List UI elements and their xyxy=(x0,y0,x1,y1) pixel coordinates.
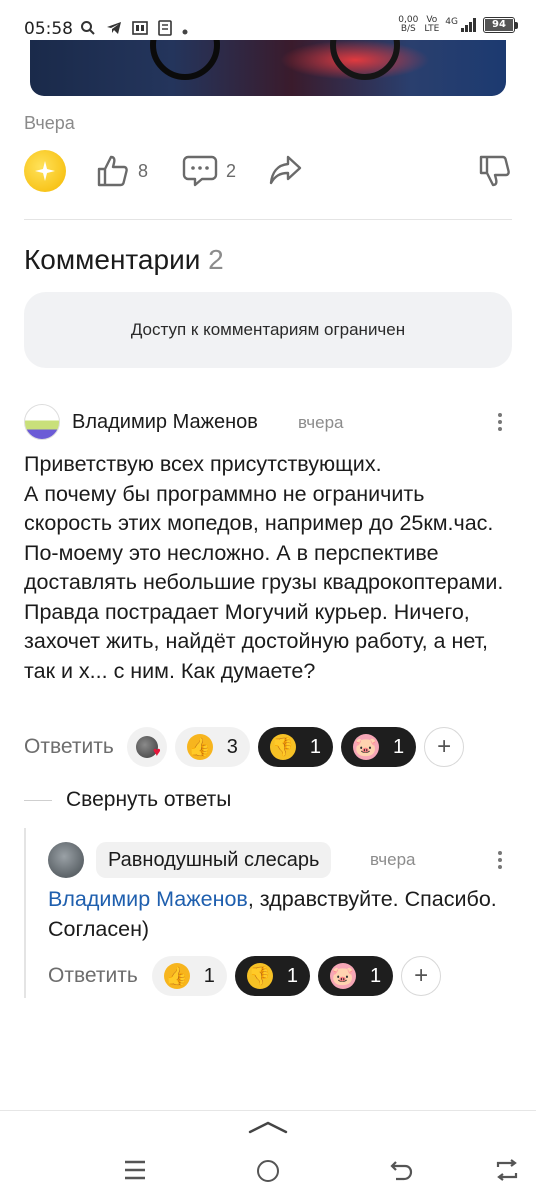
thread-line xyxy=(24,828,26,998)
bookmark-icon xyxy=(158,20,172,39)
mention-link[interactable]: Владимир Маженов xyxy=(48,887,248,911)
comment-time: вчера xyxy=(298,413,344,432)
add-reaction-button[interactable]: + xyxy=(424,727,465,767)
share-button[interactable] xyxy=(268,154,302,186)
like-count: 8 xyxy=(138,160,149,181)
reaction-count: 3 xyxy=(226,735,238,758)
comments-button[interactable]: 2 xyxy=(182,154,236,188)
net-speed: 0,00 B/S xyxy=(398,16,418,34)
reaction-thumbs-up[interactable]: 👍 1 xyxy=(151,956,227,996)
thumbs-up-icon: 👍 xyxy=(163,963,190,989)
more-icon[interactable] xyxy=(490,410,510,434)
comment-time: вчера xyxy=(370,850,416,869)
pig-icon: 🐷 xyxy=(353,734,380,760)
reply-button[interactable]: Ответить xyxy=(24,735,114,759)
dislike-icon xyxy=(479,155,510,187)
reaction-pig[interactable]: 🐷 1 xyxy=(318,956,394,996)
volte-indicator: Vo LTE xyxy=(424,16,439,34)
reaction-thumbs-down[interactable]: 👎 1 xyxy=(234,956,311,996)
network-type: 4G xyxy=(445,17,458,27)
thumbs-down-icon: 👎 xyxy=(246,963,273,989)
like-icon xyxy=(97,155,128,187)
divider xyxy=(0,1110,536,1111)
share-icon xyxy=(269,155,302,185)
reply-button[interactable]: Ответить xyxy=(48,964,138,988)
divider xyxy=(24,219,512,220)
add-reaction-button[interactable]: + xyxy=(401,956,442,996)
telegram-icon xyxy=(106,21,122,38)
dot-icon xyxy=(182,22,188,38)
dislike-button[interactable] xyxy=(478,154,512,193)
comments-restricted-notice: Доступ к комментариям ограничен xyxy=(24,292,512,368)
star-icon xyxy=(35,161,55,181)
signal-icon: 4G xyxy=(445,18,477,32)
reaction-thumbs-up[interactable]: 👍 3 xyxy=(174,727,250,767)
status-time: 05:58 xyxy=(24,19,73,39)
reaction-count: 1 xyxy=(286,964,299,987)
scooter-wheel xyxy=(150,40,220,80)
chevron-up-icon[interactable] xyxy=(248,1120,288,1139)
comments-heading: Комментарии 2 xyxy=(24,244,224,276)
reaction-count: 1 xyxy=(203,964,215,987)
battery-level: 94 xyxy=(485,19,513,31)
comment-text: Владимир Маженов, здравствуйте. Спасибо.… xyxy=(48,885,508,944)
collapse-replies-button[interactable]: Свернуть ответы xyxy=(24,788,231,812)
more-icon[interactable] xyxy=(490,848,510,872)
reaction-thumbs-down[interactable]: 👎 1 xyxy=(257,727,334,767)
heart-icon: ♥ xyxy=(153,744,161,759)
reaction-count: 1 xyxy=(393,735,405,758)
volte-bottom: LTE xyxy=(424,24,440,34)
net-speed-unit: B/S xyxy=(400,24,416,34)
search-icon xyxy=(80,20,96,39)
reaction-count: 1 xyxy=(370,964,382,987)
comment-icon xyxy=(182,155,218,187)
switch-app-icon[interactable] xyxy=(494,1158,520,1187)
comment-reactions: Ответить 👍 1 👎 1 🐷 1 + xyxy=(48,956,442,996)
home-icon[interactable] xyxy=(257,1160,279,1182)
comments-count: 2 xyxy=(208,244,224,275)
post-date: Вчера xyxy=(24,113,75,133)
reactor-avatar[interactable]: ♥ xyxy=(126,727,167,767)
battery-icon: 94 xyxy=(483,17,518,33)
avatar[interactable] xyxy=(24,404,60,440)
post-image[interactable] xyxy=(30,40,506,96)
comments-title: Комментарии xyxy=(24,244,201,275)
menu-icon[interactable] xyxy=(124,1158,146,1187)
star-button[interactable] xyxy=(24,150,66,192)
sim-icon xyxy=(132,20,148,39)
divider xyxy=(24,799,52,801)
comment-reactions: Ответить ♥ 👍 3 👎 1 🐷 1 + xyxy=(24,727,465,767)
reaction-count: 1 xyxy=(309,735,322,758)
thumbs-up-icon: 👍 xyxy=(186,734,213,760)
comment-count: 2 xyxy=(226,160,237,181)
pig-icon: 🐷 xyxy=(330,963,357,989)
collapse-replies-label: Свернуть ответы xyxy=(66,788,232,811)
comment-text: Приветствую всех присутствующих. А почем… xyxy=(24,452,504,683)
reaction-pig[interactable]: 🐷 1 xyxy=(341,727,417,767)
status-icons-right: 0,00 B/S Vo LTE 4G 94 xyxy=(398,16,518,34)
avatar[interactable] xyxy=(48,842,84,878)
thumbs-down-icon: 👎 xyxy=(269,734,296,760)
back-icon[interactable] xyxy=(390,1158,414,1187)
status-icons-left xyxy=(80,20,188,39)
comment-author[interactable]: Владимир Маженов xyxy=(72,411,258,434)
like-button[interactable]: 8 xyxy=(96,154,148,188)
comment-author[interactable]: Равнодушный слесарь xyxy=(96,842,332,878)
post-actions: 8 2 xyxy=(0,148,536,196)
